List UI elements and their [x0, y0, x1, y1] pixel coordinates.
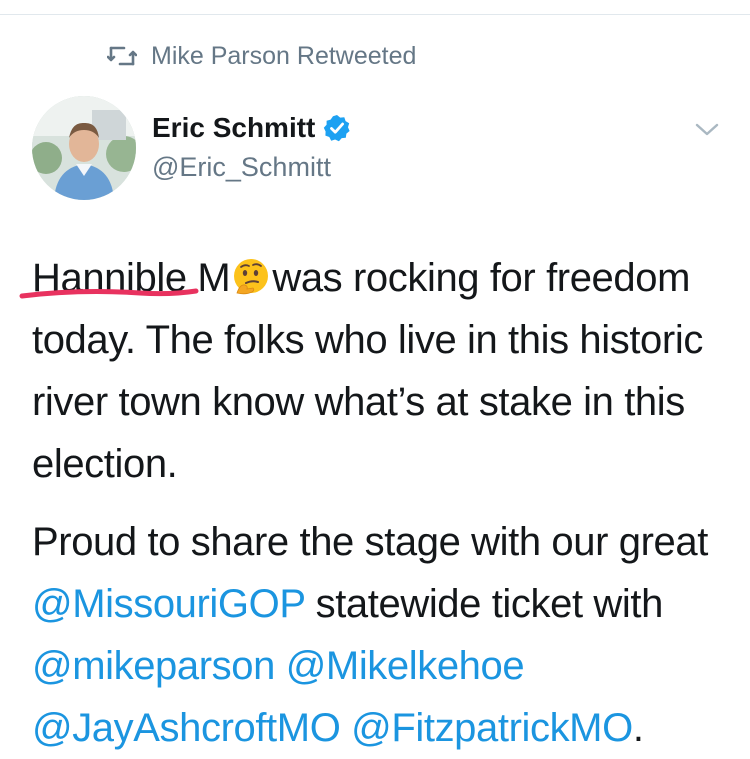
mention-fitzpatrickmo[interactable]: @FitzpatrickMO	[351, 706, 633, 750]
avatar-photo	[32, 96, 136, 200]
retweet-icon	[107, 46, 137, 66]
name-row: Eric Schmitt	[152, 108, 351, 148]
tweet-paragraph-1: Hannible M was rocking for freedom today…	[19, 247, 732, 495]
top-divider	[0, 14, 750, 15]
p2-text-3	[275, 644, 286, 688]
mention-jayashcroftmo[interactable]: @JayAshcroftMO	[32, 706, 341, 750]
mention-mikelkehoe[interactable]: @Mikelkehoe	[286, 644, 525, 688]
p2-text-5	[340, 706, 351, 750]
red-underline-annotation	[19, 288, 199, 299]
verified-badge-icon	[324, 115, 350, 142]
retweet-label: Mike Parson Retweeted	[151, 41, 417, 70]
tweet-text: Hannible M was rocking for freedom today…	[19, 247, 732, 759]
line1-after-emoji: was rocking for	[272, 256, 536, 300]
tweet-paragraph-2: Proud to share the stage with our great …	[32, 511, 732, 759]
p2-text-6: .	[632, 706, 644, 750]
underlined-word: Hannible	[19, 247, 199, 309]
retweet-header[interactable]: Mike Parson Retweeted	[107, 40, 416, 72]
p2-text-1: Proud to share the stage with our great	[32, 520, 708, 564]
display-name[interactable]: Eric Schmitt	[152, 112, 315, 144]
user-handle[interactable]: @Eric_Schmitt	[152, 152, 351, 183]
avatar[interactable]	[32, 96, 136, 200]
mention-mikeparson[interactable]: @mikeparson	[32, 644, 275, 688]
p2-text-2: statewide ticket with	[304, 582, 664, 626]
chevron-down-icon[interactable]	[690, 118, 724, 142]
author-info[interactable]: Eric Schmitt @Eric_Schmitt	[152, 108, 351, 183]
thinking-face-emoji	[234, 259, 269, 295]
mention-missourigop[interactable]: @MissouriGOP	[32, 582, 305, 626]
